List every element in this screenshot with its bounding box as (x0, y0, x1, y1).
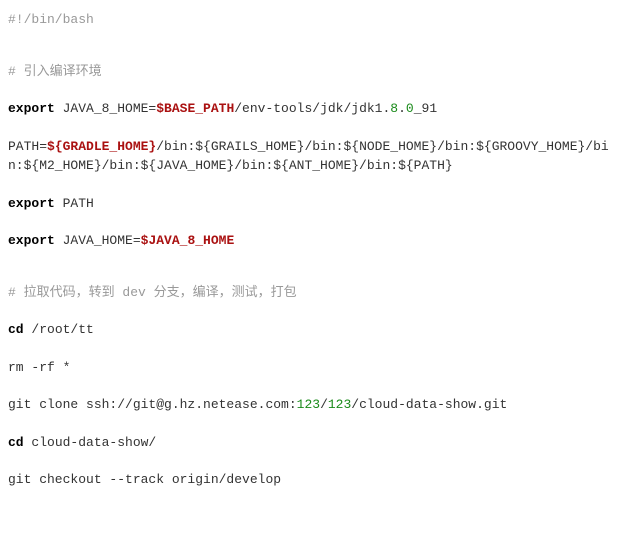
blank-spacer (8, 178, 632, 192)
command-cd: cd (8, 435, 24, 450)
code-text: . (398, 101, 406, 116)
code-line-cd-project: cd cloud-data-show/ (8, 431, 632, 455)
number-literal: 123 (297, 397, 320, 412)
blank-spacer (8, 121, 632, 135)
code-text: git clone ssh://git@g.hz.netease.com: (8, 397, 297, 412)
code-line-export-path: export PATH (8, 192, 632, 216)
keyword-export: export (8, 101, 55, 116)
blank-spacer (8, 342, 632, 356)
code-text: JAVA_HOME= (55, 233, 141, 248)
code-line-comment1: # 引入编译环境 (8, 60, 632, 84)
keyword-export: export (8, 233, 55, 248)
code-line-shebang: #!/bin/bash (8, 8, 632, 32)
blank-spacer (8, 215, 632, 229)
code-text: PATH= (8, 139, 47, 154)
command-cd: cd (8, 322, 24, 337)
number-literal: 8 (390, 101, 398, 116)
code-line-checkout: git checkout --track origin/develop (8, 468, 632, 492)
code-text: / (320, 397, 328, 412)
code-line-gitclone: git clone ssh://git@g.hz.netease.com:123… (8, 393, 632, 417)
code-text: _91 (414, 101, 437, 116)
code-text: cloud-data-show/ (24, 435, 157, 450)
code-text: PATH (55, 196, 94, 211)
code-text: /root/tt (24, 322, 94, 337)
code-line-path: PATH=${GRADLE_HOME}/bin:${GRAILS_HOME}/b… (8, 135, 632, 178)
blank-spacer (8, 304, 632, 318)
comment-text: # 拉取代码，转到 dev 分支，编译，测试，打包 (8, 285, 297, 300)
blank-spacer (8, 379, 632, 393)
number-literal: 123 (328, 397, 351, 412)
shebang-text: #!/bin/bash (8, 12, 94, 27)
blank-spacer (8, 32, 632, 60)
code-line-export-javahome: export JAVA_HOME=$JAVA_8_HOME (8, 229, 632, 253)
blank-spacer (8, 454, 632, 468)
code-line-comment2: # 拉取代码，转到 dev 分支，编译，测试，打包 (8, 281, 632, 305)
number-literal: 0 (406, 101, 414, 116)
code-text: git checkout --track origin/develop (8, 472, 281, 487)
variable-ref: $BASE_PATH (156, 101, 234, 116)
code-text: /cloud-data-show.git (351, 397, 507, 412)
variable-ref: $JAVA_8_HOME (141, 233, 235, 248)
blank-spacer (8, 417, 632, 431)
blank-spacer (8, 253, 632, 281)
code-text: /env-tools/jdk/jdk1. (234, 101, 390, 116)
code-text: JAVA_8_HOME= (55, 101, 156, 116)
code-line-cd-root: cd /root/tt (8, 318, 632, 342)
code-text: rm -rf * (8, 360, 70, 375)
blank-spacer (8, 83, 632, 97)
comment-text: # 引入编译环境 (8, 64, 102, 79)
variable-ref: ${GRADLE_HOME} (47, 139, 156, 154)
code-line-export-java8: export JAVA_8_HOME=$BASE_PATH/env-tools/… (8, 97, 632, 121)
code-line-rm: rm -rf * (8, 356, 632, 380)
keyword-export: export (8, 196, 55, 211)
